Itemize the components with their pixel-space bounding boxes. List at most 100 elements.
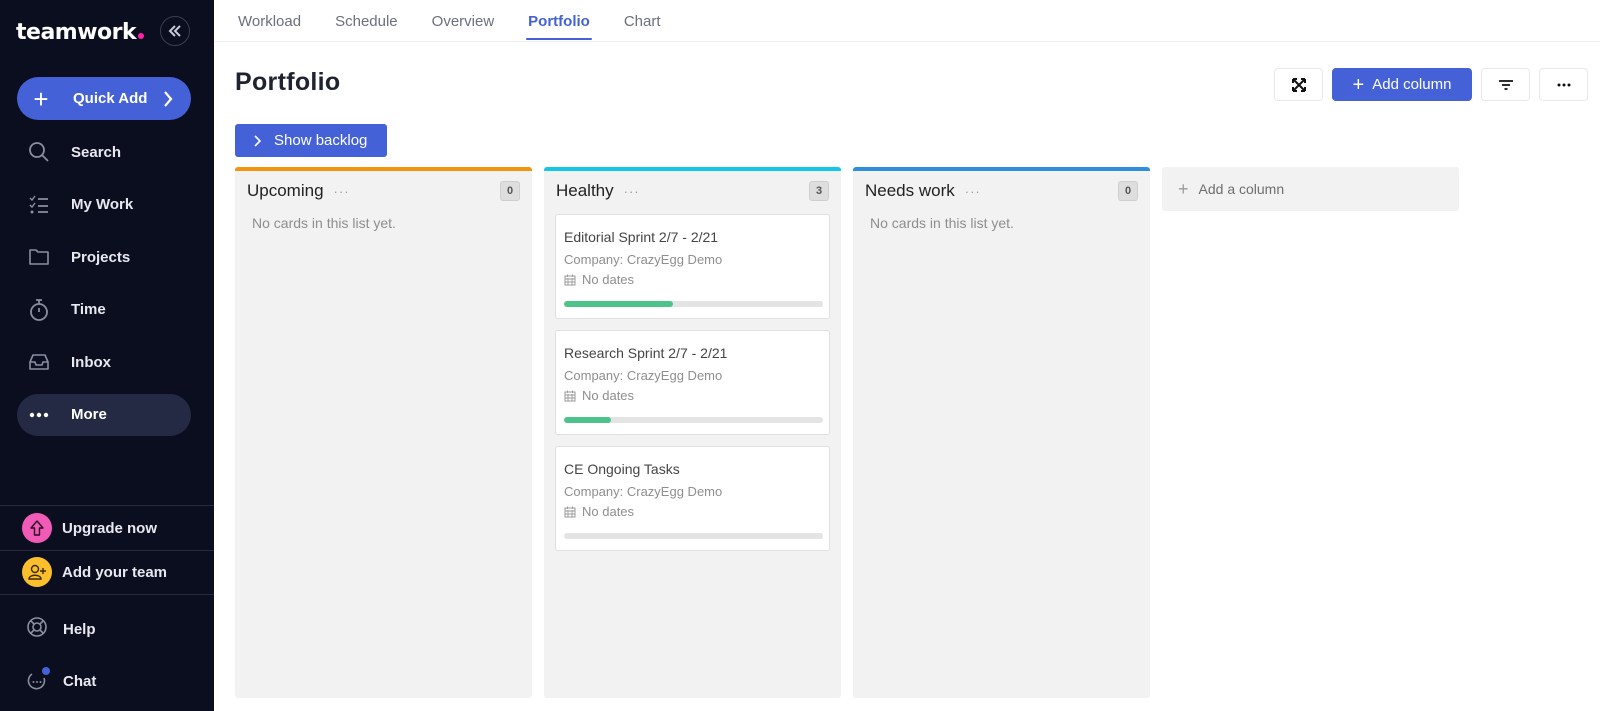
- sidebar-item-inbox[interactable]: Inbox: [17, 341, 191, 383]
- search-icon: [27, 140, 51, 164]
- card-company: Company: CrazyEgg Demo: [564, 252, 723, 267]
- card-dates: No dates: [564, 388, 821, 403]
- project-card[interactable]: Editorial Sprint 2/7 - 2/21 Company: Cra…: [555, 214, 830, 319]
- chevron-right-icon: [164, 91, 173, 107]
- main-content: Workload Schedule Overview Portfolio Cha…: [214, 0, 1600, 711]
- lifebuoy-icon: [26, 616, 48, 643]
- portfolio-board: Upcoming ··· 0 No cards in this list yet…: [235, 167, 1459, 698]
- add-user-icon: [22, 557, 52, 587]
- card-title: Research Sprint 2/7 - 2/21: [564, 345, 728, 361]
- show-backlog-button[interactable]: Show backlog: [235, 124, 387, 157]
- help-button[interactable]: Help: [0, 609, 214, 649]
- sidebar-item-label: Time: [71, 301, 106, 319]
- logo-row: teamwork: [0, 0, 214, 64]
- calendar-icon: [564, 274, 576, 285]
- folder-icon: [27, 245, 51, 269]
- sidebar-item-label: My Work: [71, 196, 134, 214]
- double-chevron-left-icon: [168, 25, 181, 37]
- column-header: Needs work ··· 0: [853, 171, 1150, 211]
- progress-bar: [564, 417, 823, 423]
- chat-notification-dot: [42, 667, 50, 675]
- plus-icon: +: [33, 83, 49, 114]
- sidebar-item-time[interactable]: Time: [17, 289, 191, 331]
- progress-bar: [564, 301, 823, 307]
- more-options-button[interactable]: [1539, 68, 1588, 101]
- calendar-icon: [564, 390, 576, 401]
- card-dates-text: No dates: [582, 504, 635, 519]
- add-column-button[interactable]: + Add column: [1332, 68, 1472, 101]
- chat-icon: [26, 667, 50, 692]
- calendar-icon: [564, 506, 576, 517]
- card-dates-text: No dates: [582, 388, 635, 403]
- card-dates: No dates: [564, 272, 821, 287]
- column-menu-icon[interactable]: ···: [965, 184, 981, 199]
- project-card[interactable]: CE Ongoing Tasks Company: CrazyEgg Demo …: [555, 446, 830, 551]
- stopwatch-icon: [27, 298, 51, 322]
- card-dates-text: No dates: [582, 272, 635, 287]
- sidebar-nav: Search My Work Projects Time Inbox More: [17, 131, 191, 447]
- sidebar-item-label: Projects: [71, 248, 131, 266]
- plus-icon: +: [1352, 73, 1365, 96]
- progress-fill: [564, 417, 611, 423]
- plus-icon: +: [1178, 178, 1189, 199]
- app-root: teamwork + Quick Add Search My Work Proj…: [0, 0, 1600, 711]
- column-upcoming: Upcoming ··· 0 No cards in this list yet…: [235, 167, 532, 698]
- chat-label: Chat: [63, 672, 97, 690]
- card-company: Company: CrazyEgg Demo: [564, 368, 723, 383]
- tab-schedule[interactable]: Schedule: [333, 0, 400, 42]
- tab-portfolio[interactable]: Portfolio: [526, 0, 592, 42]
- sidebar-item-projects[interactable]: Projects: [17, 236, 191, 278]
- fullscreen-button[interactable]: [1274, 68, 1323, 101]
- toolbar: + Add column: [1274, 68, 1588, 101]
- upgrade-arrow-icon: [22, 513, 52, 543]
- sidebar-item-label: More: [71, 406, 107, 424]
- more-dots-icon: [1557, 83, 1570, 86]
- inbox-icon: [27, 350, 51, 374]
- sidebar-item-search[interactable]: Search: [17, 131, 191, 173]
- view-tabs: Workload Schedule Overview Portfolio Cha…: [214, 0, 1600, 42]
- logo-dot: [138, 32, 145, 39]
- checklist-icon: [27, 193, 51, 217]
- quick-add-button[interactable]: + Quick Add: [17, 77, 191, 120]
- card-title: CE Ongoing Tasks: [564, 461, 680, 477]
- column-healthy: Healthy ··· 3 Editorial Sprint 2/7 - 2/2…: [544, 167, 841, 698]
- sidebar-item-label: Inbox: [71, 353, 111, 371]
- column-count-badge: 0: [500, 181, 520, 201]
- empty-list-message: No cards in this list yet.: [870, 215, 1014, 231]
- chat-button[interactable]: Chat: [0, 661, 214, 701]
- column-menu-icon[interactable]: ···: [334, 184, 350, 199]
- upgrade-now-button[interactable]: Upgrade now: [0, 506, 214, 550]
- logo-text: teamwork: [16, 19, 137, 45]
- sidebar: teamwork + Quick Add Search My Work Proj…: [0, 0, 214, 711]
- filter-button[interactable]: [1481, 68, 1530, 101]
- chevron-right-icon: [254, 134, 262, 147]
- sidebar-item-more[interactable]: More: [17, 393, 191, 436]
- card-title: Editorial Sprint 2/7 - 2/21: [564, 229, 719, 245]
- project-card[interactable]: Research Sprint 2/7 - 2/21 Company: Craz…: [555, 330, 830, 435]
- column-title: Healthy: [556, 181, 614, 200]
- progress-bar: [564, 533, 823, 539]
- upgrade-now-label: Upgrade now: [62, 519, 158, 537]
- column-title: Needs work: [865, 181, 955, 200]
- collapse-sidebar-button[interactable]: [160, 16, 190, 46]
- help-label: Help: [63, 620, 96, 638]
- tab-overview[interactable]: Overview: [430, 0, 497, 42]
- column-menu-icon[interactable]: ···: [624, 184, 640, 199]
- tab-workload[interactable]: Workload: [236, 0, 303, 42]
- add-your-team-button[interactable]: Add your team: [0, 550, 214, 594]
- tab-chart[interactable]: Chart: [622, 0, 663, 42]
- filter-icon: [1498, 79, 1513, 90]
- column-count-badge: 3: [809, 181, 829, 201]
- sidebar-item-label: Search: [71, 143, 122, 161]
- teamwork-logo[interactable]: teamwork: [16, 19, 145, 45]
- sidebar-item-my-work[interactable]: My Work: [17, 184, 191, 226]
- add-a-column-button[interactable]: + Add a column: [1162, 167, 1459, 211]
- add-column-label: Add column: [1372, 76, 1452, 93]
- sidebar-divider: [0, 594, 214, 595]
- column-needs-work: Needs work ··· 0 No cards in this list y…: [853, 167, 1150, 698]
- column-title: Upcoming: [247, 181, 324, 200]
- column-count-badge: 0: [1118, 181, 1138, 201]
- page-title: Portfolio: [235, 68, 341, 96]
- card-dates: No dates: [564, 504, 821, 519]
- expand-icon: [1291, 77, 1306, 92]
